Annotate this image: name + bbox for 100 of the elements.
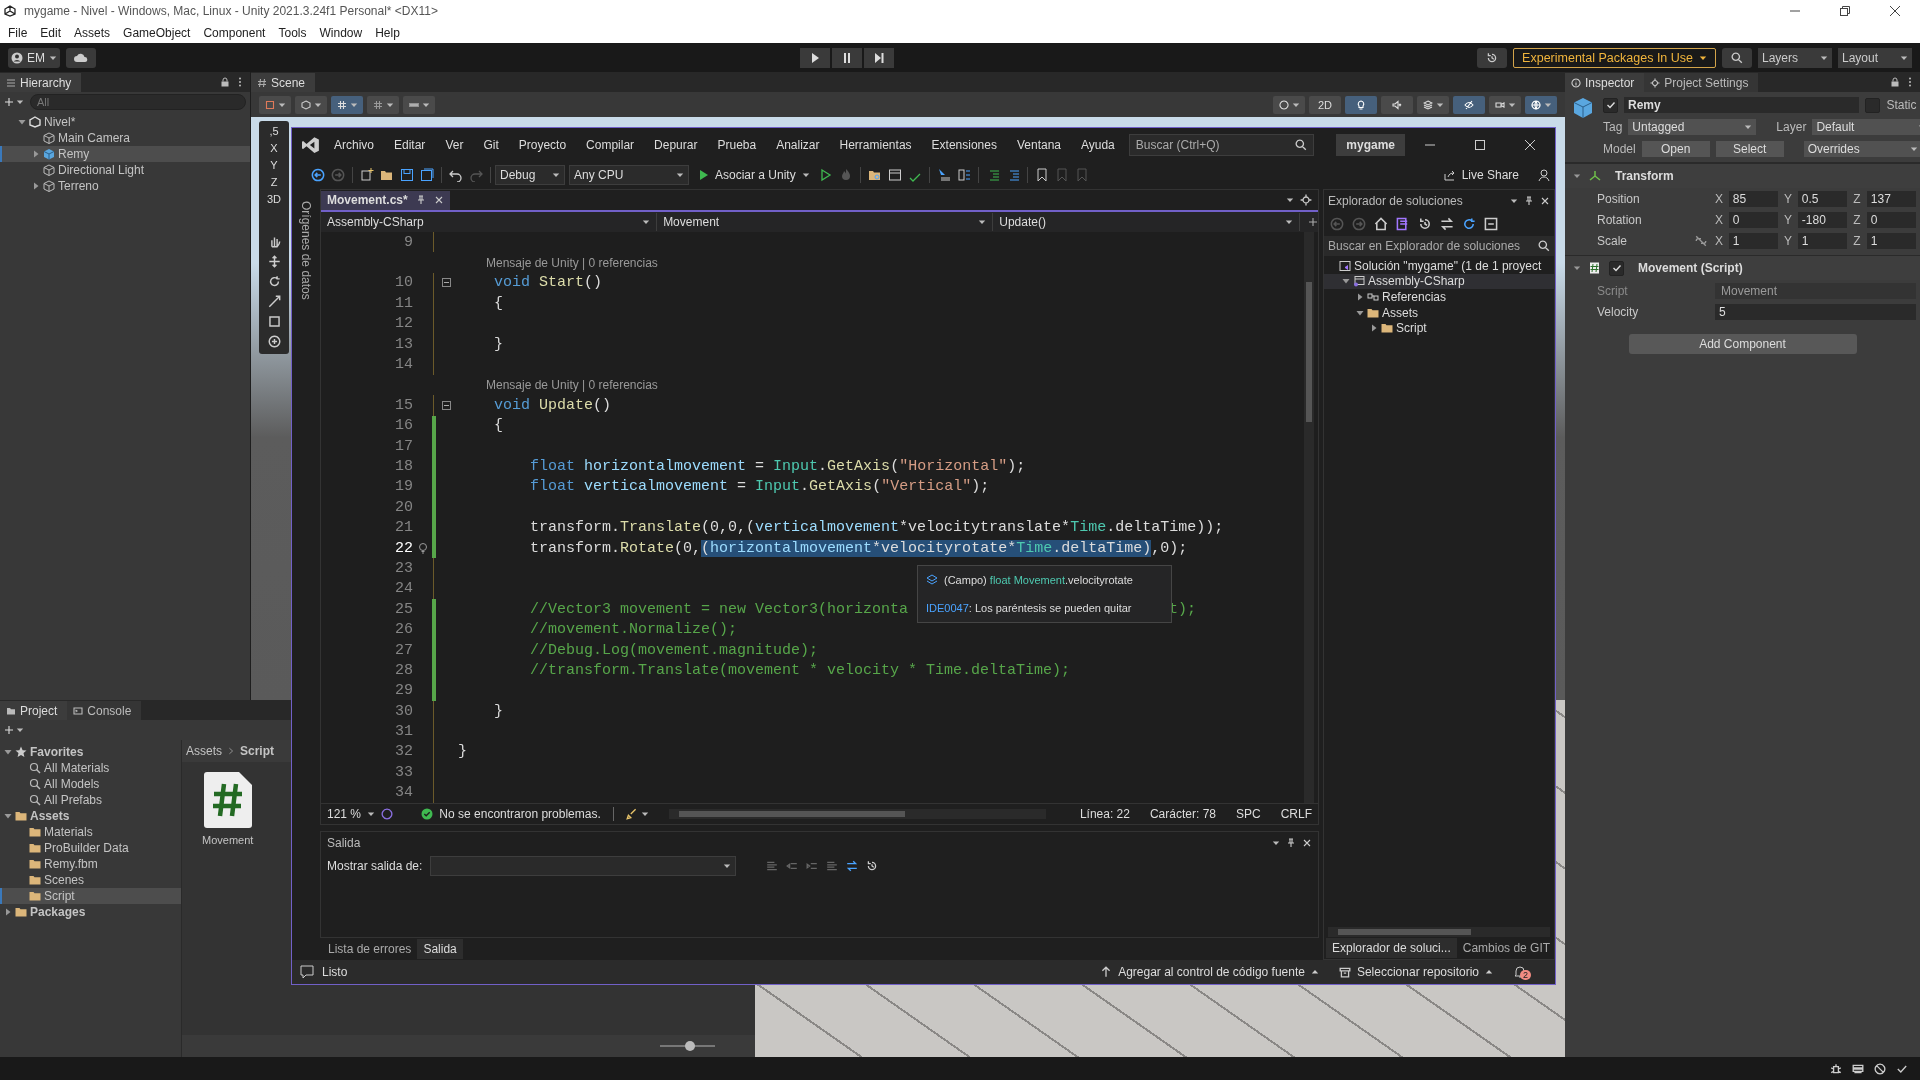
tree-item[interactable]: Materials — [0, 824, 181, 840]
caret-icon[interactable] — [1699, 53, 1707, 62]
tree-item[interactable]: Favorites — [0, 744, 181, 760]
menu-item[interactable]: Analizar — [776, 137, 820, 152]
cursor-icon[interactable] — [936, 168, 951, 182]
caret-icon[interactable] — [313, 100, 322, 109]
tree-item[interactable]: All Models — [0, 776, 181, 792]
navigation-dropdown[interactable]: Update() — [993, 213, 1300, 231]
split-icon[interactable] — [1308, 217, 1318, 227]
search-field[interactable]: All — [30, 94, 246, 110]
camera-button[interactable] — [1489, 95, 1521, 114]
menu-item[interactable]: GameObject — [123, 25, 191, 40]
add-button[interactable] — [4, 725, 24, 735]
menu-item[interactable]: Git — [483, 137, 499, 152]
tree-item[interactable]: Script — [0, 888, 181, 904]
play-button[interactable] — [799, 47, 830, 68]
issues-status[interactable]: No se encontraron problemas. — [439, 806, 601, 821]
menu-item[interactable]: Help — [375, 25, 400, 40]
save-all-icon[interactable] — [420, 168, 434, 182]
tool-button[interactable] — [403, 95, 435, 114]
whitespace-indicator[interactable]: SPC — [1236, 806, 1261, 821]
panel-tab[interactable]: Project Settings — [1644, 73, 1759, 92]
pin-icon[interactable] — [1286, 837, 1296, 848]
number-field[interactable]: 5 — [1715, 303, 1916, 320]
panel-tab[interactable]: Lista de errores — [322, 939, 418, 959]
experimental-packages-button[interactable]: Experimental Packages In Use — [1513, 47, 1716, 68]
pin-icon[interactable] — [1524, 196, 1534, 206]
overrides-dropdown[interactable]: Overrides — [1803, 141, 1920, 157]
tool-button[interactable] — [259, 95, 291, 114]
lock-icon[interactable] — [220, 77, 230, 87]
window-layout-icon[interactable] — [887, 168, 902, 182]
tool-button[interactable] — [367, 95, 399, 114]
gizmos-button[interactable] — [1525, 95, 1557, 114]
active-checkbox[interactable] — [1603, 97, 1618, 113]
sync-icon[interactable] — [1440, 217, 1454, 231]
save-icon[interactable] — [400, 168, 414, 182]
expand-arrow-icon[interactable] — [1356, 308, 1364, 317]
number-field[interactable]: 0 — [1866, 211, 1916, 228]
cleanup-button[interactable] — [625, 807, 649, 820]
document-tab[interactable]: Movement.cs* — [321, 190, 450, 210]
tree-item[interactable]: Terreno — [0, 178, 250, 194]
menu-item[interactable]: Prueba — [717, 137, 757, 152]
close-icon[interactable] — [433, 195, 444, 205]
caret-icon[interactable] — [1820, 53, 1828, 62]
collapse-arrow-icon[interactable] — [1573, 264, 1581, 272]
lightbulb-icon[interactable] — [416, 542, 429, 555]
menu-item[interactable]: Depurar — [654, 137, 698, 152]
collapse-arrow-icon[interactable] — [1573, 172, 1581, 180]
panel-tab[interactable]: Inspector — [1565, 73, 1645, 92]
menu-item[interactable]: Ayuda — [1081, 137, 1115, 152]
transform-tool-icon[interactable] — [267, 335, 281, 348]
layer-dropdown[interactable]: Default — [1812, 119, 1920, 135]
refresh-icon[interactable] — [1462, 217, 1476, 231]
tree-item[interactable]: Assets — [0, 808, 181, 824]
caret-icon[interactable] — [16, 726, 24, 734]
configuration-dropdown[interactable]: Debug — [495, 165, 565, 185]
tree-item[interactable]: Packages — [0, 904, 181, 920]
line-ending-indicator[interactable]: CRLF — [1280, 806, 1312, 821]
tag-dropdown[interactable]: Untagged — [1628, 119, 1757, 135]
caret-icon[interactable] — [640, 809, 649, 818]
menu-item[interactable]: Editar — [394, 137, 426, 152]
menu-item[interactable]: Extensiones — [931, 137, 997, 152]
format-icon[interactable] — [956, 168, 971, 182]
column-indicator[interactable]: Carácter: 78 — [1149, 806, 1216, 821]
clock-icon[interactable] — [866, 859, 879, 872]
expand-arrow-icon[interactable] — [4, 908, 12, 916]
diagnostic-link[interactable]: IDE0047 — [926, 602, 969, 614]
panel-tab[interactable]: Salida — [417, 939, 463, 959]
component-title[interactable]: Transform — [1615, 169, 1674, 183]
expand-arrow-icon[interactable] — [1356, 293, 1364, 301]
expand-arrow-icon[interactable] — [4, 812, 12, 820]
menu-item[interactable]: Assets — [74, 25, 111, 40]
name-field[interactable]: Remy — [1624, 97, 1860, 113]
tree-item[interactable]: Main Camera — [0, 130, 250, 146]
bookmark-icon[interactable] — [1034, 168, 1049, 182]
cloud-button[interactable] — [66, 47, 96, 68]
enabled-checkbox[interactable] — [1609, 260, 1624, 276]
history-icon[interactable] — [1486, 51, 1499, 64]
menu-item[interactable]: Ver — [445, 137, 464, 152]
model-button[interactable]: Select — [1715, 141, 1784, 157]
layers-dropdown[interactable]: Layers — [1758, 47, 1832, 68]
maximize-icon[interactable] — [1475, 139, 1485, 150]
caret-icon[interactable] — [385, 100, 394, 109]
live-share-button[interactable]: Live Share — [1443, 168, 1519, 182]
side-tab[interactable]: Orígenes de datos — [299, 201, 313, 300]
tree-item[interactable]: Referencias — [1324, 289, 1554, 305]
attach-button[interactable]: Asociar a Unity — [699, 168, 810, 182]
tree-item[interactable]: Remy — [0, 146, 250, 162]
scene-tab[interactable]: Scene — [251, 73, 316, 92]
tree-item[interactable]: Scenes — [0, 872, 181, 888]
navigation-dropdown[interactable]: Assembly-CSharp — [321, 213, 658, 231]
search-icon[interactable] — [1731, 51, 1743, 64]
move-tool-icon[interactable] — [267, 255, 281, 268]
expand-arrow-icon[interactable] — [32, 182, 40, 190]
visibility-toggle[interactable] — [1453, 95, 1485, 114]
expand-arrow-icon[interactable] — [32, 150, 40, 158]
line-indicator[interactable]: Línea: 22 — [1079, 806, 1130, 821]
number-field[interactable]: 0.5 — [1797, 190, 1847, 207]
breadcrumb-item[interactable]: Assets — [186, 744, 222, 758]
tree-item[interactable]: All Prefabs — [0, 792, 181, 808]
